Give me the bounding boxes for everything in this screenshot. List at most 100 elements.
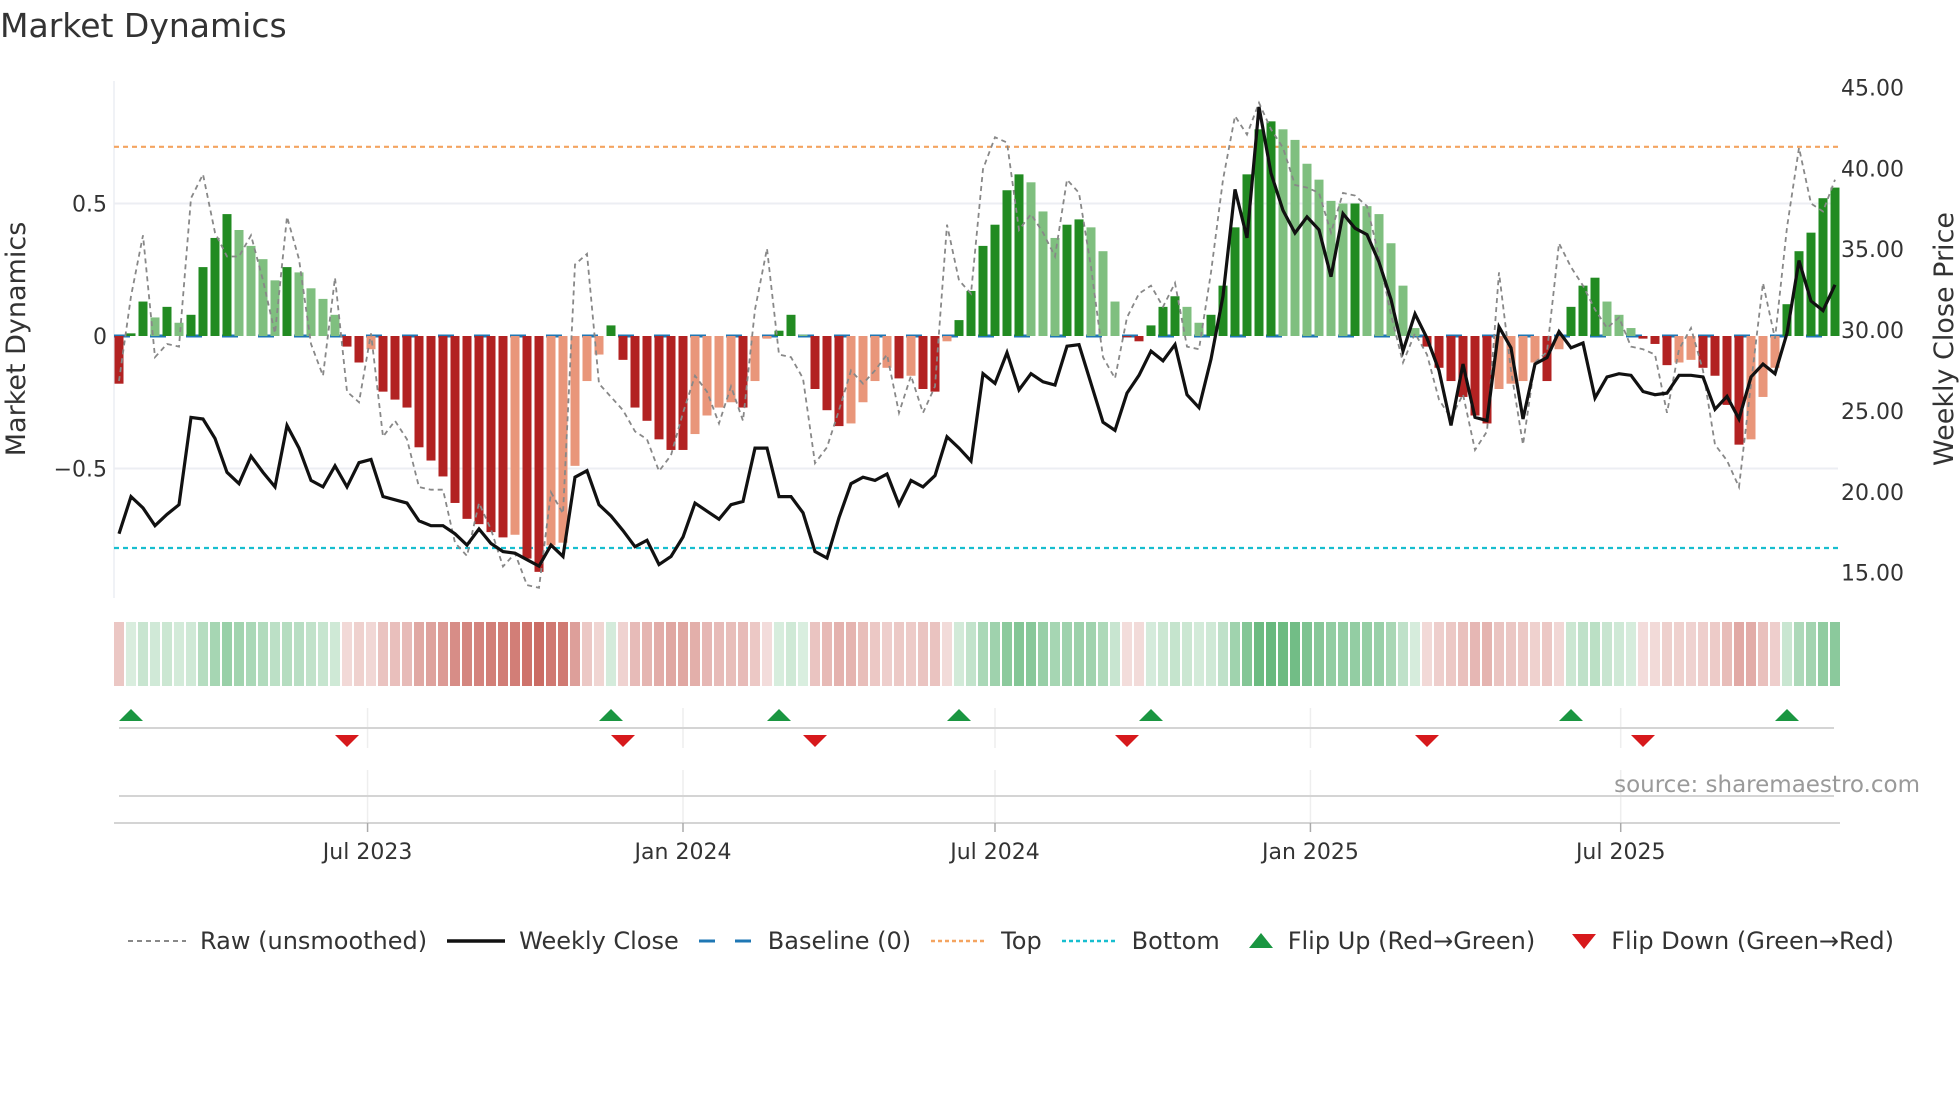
dynamics-bar — [330, 314, 340, 336]
heat-strip-cell — [1626, 622, 1636, 686]
heat-strip-cell — [330, 622, 340, 686]
dynamics-bar — [510, 336, 520, 535]
heat-strip-cell — [1218, 622, 1228, 686]
heat-strip-cell — [270, 622, 280, 686]
heat-strip-cell — [1782, 622, 1792, 686]
heat-strip-cell — [318, 622, 328, 686]
series-lines — [117, 100, 1837, 589]
heat-strip-cell — [390, 622, 400, 686]
heat-strip-cell — [822, 622, 832, 686]
heat-strip-cell — [1074, 622, 1084, 686]
heat-strip-cell — [1302, 622, 1312, 686]
legend-item-weekly-close[interactable]: Weekly Close — [447, 927, 679, 955]
dynamics-bar — [666, 336, 676, 450]
legend-item-baseline[interactable]: Baseline (0) — [698, 927, 911, 955]
dynamics-bar — [1158, 306, 1168, 336]
dynamics-bar — [186, 314, 196, 336]
legend-label: Raw (unsmoothed) — [200, 927, 428, 955]
heat-strip-cell — [726, 622, 736, 686]
dynamics-bar — [234, 230, 244, 336]
heat-strip-cell — [1758, 622, 1768, 686]
heat-strip-cell — [1314, 622, 1324, 686]
dynamics-bar — [1062, 224, 1072, 336]
heat-strip-cell — [1014, 622, 1024, 686]
heat-strip-cell — [594, 622, 604, 686]
dynamics-bar — [438, 336, 448, 477]
dynamics-bar — [678, 336, 688, 450]
dynamics-bar — [426, 336, 436, 461]
legend-item-flip-down[interactable]: Flip Down (Green→Red) — [1571, 927, 1894, 955]
heat-strip-cell — [1794, 622, 1804, 686]
dynamics-bar — [534, 336, 544, 572]
heat-strip-cell — [138, 622, 148, 686]
flip-panel: source: sharemaestro.com — [119, 708, 1920, 822]
heat-strip-cell — [582, 622, 592, 686]
dynamics-bar — [318, 298, 328, 336]
heat-strip-cell — [1674, 622, 1684, 686]
heat-strip-cell — [1026, 622, 1036, 686]
heat-strip-cell — [1146, 622, 1156, 686]
heat-strip-cell — [570, 622, 580, 686]
heat-strip-cell — [1590, 622, 1600, 686]
heat-strip-cell — [1770, 622, 1780, 686]
dynamics-bar — [546, 336, 556, 546]
heat-strip-cell — [1614, 622, 1624, 686]
heat-strip-cell — [1134, 622, 1144, 686]
legend-label: Top — [1001, 927, 1042, 955]
dynamics-bar — [1626, 328, 1636, 336]
flip-down-marker-icon — [1631, 735, 1655, 747]
heat-strip-cell — [366, 622, 376, 686]
heat-strip-cell — [858, 622, 868, 686]
heat-strip-cell — [1050, 622, 1060, 686]
dynamics-bar — [1122, 336, 1132, 338]
legend: Raw (unsmoothed) Weekly Close Baseline (… — [128, 924, 1914, 958]
dynamics-bar — [618, 336, 628, 360]
heat-strip-cell — [642, 622, 652, 686]
dynamics-bar — [1674, 336, 1684, 363]
dynamics-bar — [786, 314, 796, 336]
dashed-line-swatch-icon — [698, 939, 754, 943]
legend-item-top[interactable]: Top — [931, 927, 1042, 955]
heat-strip-cell — [150, 622, 160, 686]
dynamics-bar — [210, 237, 220, 336]
y2-tick-label: 30.00 — [1841, 319, 1904, 344]
heat-strip-cell — [882, 622, 892, 686]
y-axis-title: Market Dynamics — [1, 222, 32, 457]
dynamics-bar — [1398, 285, 1408, 336]
legend-item-flip-up[interactable]: Flip Up (Red→Green) — [1248, 927, 1535, 955]
dotted-line-swatch-icon — [1061, 939, 1118, 943]
heat-strip-cell — [1830, 622, 1840, 686]
legend-label: Flip Down (Green→Red) — [1611, 927, 1894, 955]
heat-strip-cell — [1122, 622, 1132, 686]
heat-strip-cell — [1566, 622, 1576, 686]
heat-strip-cell — [750, 622, 760, 686]
flip-down-marker-icon — [335, 735, 359, 747]
dynamics-bar — [810, 336, 820, 389]
heat-strip-cell — [1278, 622, 1288, 686]
heat-strip-cell — [1686, 622, 1696, 686]
heat-strip-cell — [618, 622, 628, 686]
dynamics-bar — [1590, 277, 1600, 336]
legend-item-raw[interactable]: Raw (unsmoothed) — [128, 927, 427, 955]
dynamics-bar — [1134, 336, 1144, 342]
dynamics-bar — [642, 336, 652, 421]
dynamics-bar — [1710, 336, 1720, 376]
heat-strip-cell — [1374, 622, 1384, 686]
heat-strip-cell — [966, 622, 976, 686]
dynamics-bar — [1602, 301, 1612, 336]
y2-tick-label: 15.00 — [1841, 562, 1904, 587]
dynamics-bars — [114, 121, 1840, 572]
y2-tick-label: 25.00 — [1841, 400, 1904, 425]
dynamics-bar — [246, 245, 256, 336]
heat-strip-cell — [1494, 622, 1504, 686]
heat-strip-cell — [894, 622, 904, 686]
dynamics-bar — [402, 336, 412, 408]
x-tick-label: Jul 2023 — [321, 840, 413, 865]
legend-item-bottom[interactable]: Bottom — [1061, 927, 1220, 955]
heat-strip-cell — [378, 622, 388, 686]
heat-strip-cell — [522, 622, 532, 686]
heat-strip-cell — [1422, 622, 1432, 686]
dynamics-bar — [498, 336, 508, 538]
heat-strip-cell — [474, 622, 484, 686]
dashed-line-swatch-icon — [128, 940, 186, 942]
